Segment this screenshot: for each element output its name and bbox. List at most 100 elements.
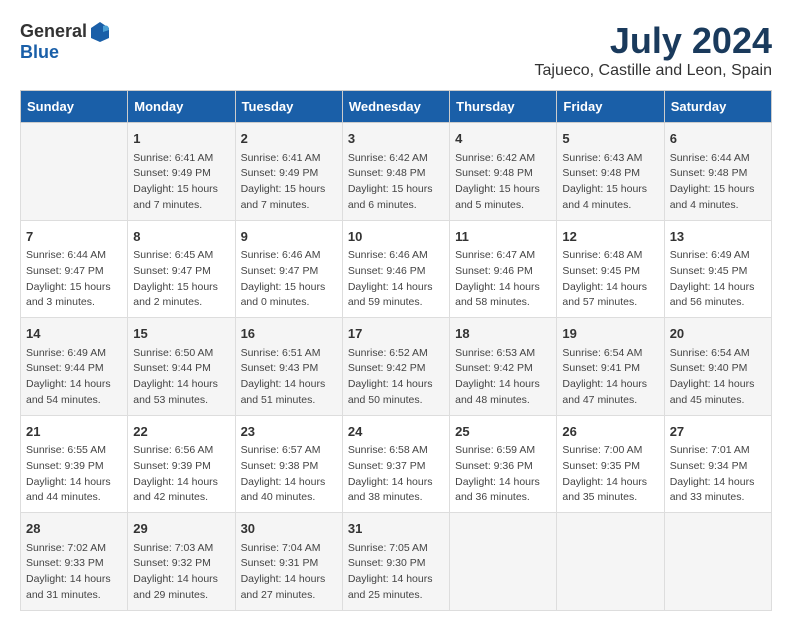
calendar-cell: 2Sunrise: 6:41 AM Sunset: 9:49 PM Daylig… [235, 123, 342, 221]
day-info: Sunrise: 6:45 AM Sunset: 9:47 PM Dayligh… [133, 248, 229, 311]
day-info: Sunrise: 6:54 AM Sunset: 9:40 PM Dayligh… [670, 346, 766, 409]
day-info: Sunrise: 7:04 AM Sunset: 9:31 PM Dayligh… [241, 541, 337, 604]
day-number: 18 [455, 324, 551, 344]
day-info: Sunrise: 6:43 AM Sunset: 9:48 PM Dayligh… [562, 151, 658, 214]
calendar-cell: 10Sunrise: 6:46 AM Sunset: 9:46 PM Dayli… [342, 220, 449, 318]
calendar-week-row: 28Sunrise: 7:02 AM Sunset: 9:33 PM Dayli… [21, 513, 772, 611]
header-day-thursday: Thursday [450, 91, 557, 123]
day-info: Sunrise: 6:41 AM Sunset: 9:49 PM Dayligh… [241, 151, 337, 214]
day-info: Sunrise: 6:48 AM Sunset: 9:45 PM Dayligh… [562, 248, 658, 311]
calendar-cell: 29Sunrise: 7:03 AM Sunset: 9:32 PM Dayli… [128, 513, 235, 611]
day-info: Sunrise: 6:55 AM Sunset: 9:39 PM Dayligh… [26, 443, 122, 506]
day-info: Sunrise: 7:03 AM Sunset: 9:32 PM Dayligh… [133, 541, 229, 604]
header-day-sunday: Sunday [21, 91, 128, 123]
day-info: Sunrise: 6:44 AM Sunset: 9:47 PM Dayligh… [26, 248, 122, 311]
day-info: Sunrise: 6:51 AM Sunset: 9:43 PM Dayligh… [241, 346, 337, 409]
day-info: Sunrise: 6:50 AM Sunset: 9:44 PM Dayligh… [133, 346, 229, 409]
day-number: 15 [133, 324, 229, 344]
header-day-saturday: Saturday [664, 91, 771, 123]
day-number: 1 [133, 129, 229, 149]
day-info: Sunrise: 6:49 AM Sunset: 9:44 PM Dayligh… [26, 346, 122, 409]
day-info: Sunrise: 6:59 AM Sunset: 9:36 PM Dayligh… [455, 443, 551, 506]
calendar-cell: 19Sunrise: 6:54 AM Sunset: 9:41 PM Dayli… [557, 318, 664, 416]
calendar-cell [21, 123, 128, 221]
day-info: Sunrise: 6:46 AM Sunset: 9:46 PM Dayligh… [348, 248, 444, 311]
calendar-cell: 13Sunrise: 6:49 AM Sunset: 9:45 PM Dayli… [664, 220, 771, 318]
day-number: 31 [348, 519, 444, 539]
day-number: 24 [348, 422, 444, 442]
calendar-cell: 16Sunrise: 6:51 AM Sunset: 9:43 PM Dayli… [235, 318, 342, 416]
day-info: Sunrise: 6:42 AM Sunset: 9:48 PM Dayligh… [348, 151, 444, 214]
calendar-cell: 31Sunrise: 7:05 AM Sunset: 9:30 PM Dayli… [342, 513, 449, 611]
calendar-cell: 12Sunrise: 6:48 AM Sunset: 9:45 PM Dayli… [557, 220, 664, 318]
logo: General Blue [20, 20, 111, 63]
calendar-cell: 17Sunrise: 6:52 AM Sunset: 9:42 PM Dayli… [342, 318, 449, 416]
calendar-cell: 7Sunrise: 6:44 AM Sunset: 9:47 PM Daylig… [21, 220, 128, 318]
day-number: 14 [26, 324, 122, 344]
main-title: July 2024 [535, 20, 773, 62]
day-number: 11 [455, 227, 551, 247]
calendar-week-row: 21Sunrise: 6:55 AM Sunset: 9:39 PM Dayli… [21, 415, 772, 513]
calendar-cell: 3Sunrise: 6:42 AM Sunset: 9:48 PM Daylig… [342, 123, 449, 221]
day-number: 2 [241, 129, 337, 149]
day-number: 23 [241, 422, 337, 442]
header-day-friday: Friday [557, 91, 664, 123]
day-info: Sunrise: 6:42 AM Sunset: 9:48 PM Dayligh… [455, 151, 551, 214]
day-number: 22 [133, 422, 229, 442]
calendar-cell: 21Sunrise: 6:55 AM Sunset: 9:39 PM Dayli… [21, 415, 128, 513]
calendar-week-row: 1 Sunrise: 6:41 AM Sunset: 9:49 PM Daylig… [21, 123, 772, 221]
day-info: Sunrise: 6:58 AM Sunset: 9:37 PM Dayligh… [348, 443, 444, 506]
calendar-body: 1 Sunrise: 6:41 AM Sunset: 9:49 PM Daylig… [21, 123, 772, 611]
header-day-tuesday: Tuesday [235, 91, 342, 123]
calendar-cell: 24Sunrise: 6:58 AM Sunset: 9:37 PM Dayli… [342, 415, 449, 513]
calendar-header: SundayMondayTuesdayWednesdayThursdayFrid… [21, 91, 772, 123]
calendar-cell: 9Sunrise: 6:46 AM Sunset: 9:47 PM Daylig… [235, 220, 342, 318]
day-number: 5 [562, 129, 658, 149]
calendar-cell: 28Sunrise: 7:02 AM Sunset: 9:33 PM Dayli… [21, 513, 128, 611]
day-number: 4 [455, 129, 551, 149]
calendar-cell: 15Sunrise: 6:50 AM Sunset: 9:44 PM Dayli… [128, 318, 235, 416]
calendar-cell: 14Sunrise: 6:49 AM Sunset: 9:44 PM Dayli… [21, 318, 128, 416]
title-area: July 2024 Tajueco, Castille and Leon, Sp… [535, 20, 773, 80]
header-day-wednesday: Wednesday [342, 91, 449, 123]
day-number: 7 [26, 227, 122, 247]
day-info: Sunrise: 6:44 AM Sunset: 9:48 PM Dayligh… [670, 151, 766, 214]
day-info: Sunrise: 6:49 AM Sunset: 9:45 PM Dayligh… [670, 248, 766, 311]
day-info: Sunrise: 7:01 AM Sunset: 9:34 PM Dayligh… [670, 443, 766, 506]
day-number: 21 [26, 422, 122, 442]
logo-icon [89, 20, 111, 42]
day-info: Sunrise: 7:02 AM Sunset: 9:33 PM Dayligh… [26, 541, 122, 604]
page-header: General Blue July 2024 Tajueco, Castille… [20, 20, 772, 80]
calendar-cell: 4Sunrise: 6:42 AM Sunset: 9:48 PM Daylig… [450, 123, 557, 221]
day-info: Sunrise: 6:57 AM Sunset: 9:38 PM Dayligh… [241, 443, 337, 506]
day-info: Sunrise: 6:47 AM Sunset: 9:46 PM Dayligh… [455, 248, 551, 311]
calendar-cell [664, 513, 771, 611]
calendar-cell: 26Sunrise: 7:00 AM Sunset: 9:35 PM Dayli… [557, 415, 664, 513]
calendar-cell: 6Sunrise: 6:44 AM Sunset: 9:48 PM Daylig… [664, 123, 771, 221]
calendar-week-row: 14Sunrise: 6:49 AM Sunset: 9:44 PM Dayli… [21, 318, 772, 416]
day-number: 25 [455, 422, 551, 442]
day-info: Sunrise: 6:53 AM Sunset: 9:42 PM Dayligh… [455, 346, 551, 409]
logo-blue: Blue [20, 42, 59, 63]
day-number: 26 [562, 422, 658, 442]
day-number: 13 [670, 227, 766, 247]
calendar-cell: 20Sunrise: 6:54 AM Sunset: 9:40 PM Dayli… [664, 318, 771, 416]
calendar-cell: 30Sunrise: 7:04 AM Sunset: 9:31 PM Dayli… [235, 513, 342, 611]
calendar-cell [450, 513, 557, 611]
logo-general: General [20, 21, 87, 42]
day-info: Sunrise: 6:54 AM Sunset: 9:41 PM Dayligh… [562, 346, 658, 409]
calendar-table: SundayMondayTuesdayWednesdayThursdayFrid… [20, 90, 772, 611]
calendar-cell: 11Sunrise: 6:47 AM Sunset: 9:46 PM Dayli… [450, 220, 557, 318]
calendar-cell: 5Sunrise: 6:43 AM Sunset: 9:48 PM Daylig… [557, 123, 664, 221]
day-info: Sunrise: 7:05 AM Sunset: 9:30 PM Dayligh… [348, 541, 444, 604]
calendar-cell: 8Sunrise: 6:45 AM Sunset: 9:47 PM Daylig… [128, 220, 235, 318]
calendar-week-row: 7Sunrise: 6:44 AM Sunset: 9:47 PM Daylig… [21, 220, 772, 318]
day-number: 6 [670, 129, 766, 149]
day-number: 19 [562, 324, 658, 344]
day-info: Sunrise: 6:52 AM Sunset: 9:42 PM Dayligh… [348, 346, 444, 409]
calendar-cell: 27Sunrise: 7:01 AM Sunset: 9:34 PM Dayli… [664, 415, 771, 513]
day-number: 3 [348, 129, 444, 149]
day-number: 30 [241, 519, 337, 539]
day-info: Sunrise: 7:00 AM Sunset: 9:35 PM Dayligh… [562, 443, 658, 506]
calendar-cell: 25Sunrise: 6:59 AM Sunset: 9:36 PM Dayli… [450, 415, 557, 513]
